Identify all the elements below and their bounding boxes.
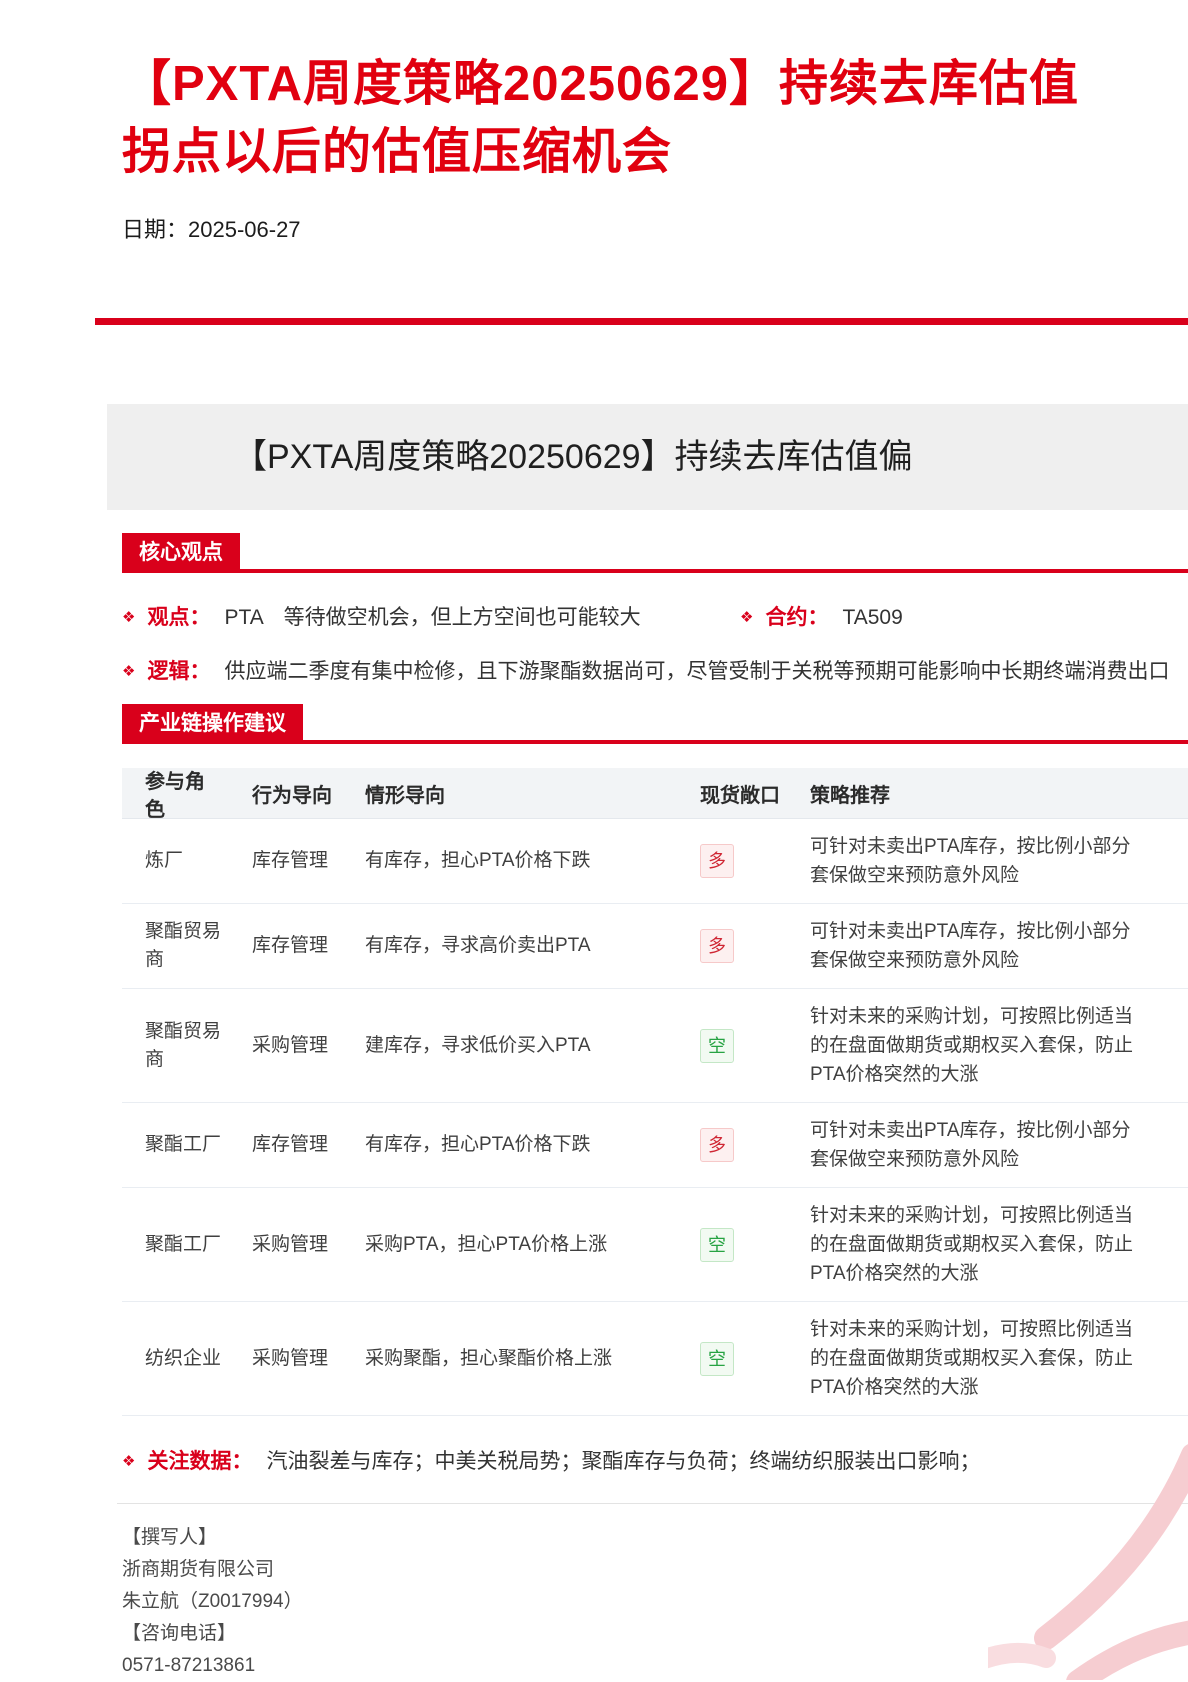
- table-row: 聚酯工厂 库存管理 有库存，担心PTA价格下跌 多 可针对未卖出PTA库存，按比…: [122, 1103, 1188, 1188]
- brand-watermark: [988, 1400, 1188, 1680]
- cell-role: 纺织企业: [122, 1345, 252, 1373]
- cell-behavior: 库存管理: [252, 932, 365, 960]
- publish-date: 日期：2025-06-27: [122, 212, 301, 244]
- cell-role: 聚酯工厂: [122, 1231, 252, 1259]
- exposure-badge: 空: [700, 1228, 734, 1262]
- table-row: 炼厂 库存管理 有库存，担心PTA价格下跌 多 可针对未卖出PTA库存，按比例小…: [122, 819, 1188, 904]
- header-role: 参与角色: [122, 768, 252, 824]
- advice-table: 参与角色 行为导向 情形导向 现货敞口 策略推荐 炼厂 库存管理 有库存，担心P…: [122, 768, 1188, 1416]
- diamond-bullet-icon: ❖: [122, 609, 135, 626]
- header-situation: 情形导向: [365, 782, 700, 810]
- cell-strategy: 针对未来的采购计划，可按照比例适当的在盘面做期货或期权买入套保，防止PTA价格突…: [810, 1002, 1188, 1089]
- cell-situation: 采购PTA，担心PTA价格上涨: [365, 1231, 700, 1259]
- banner-title: 【PXTA周度策略20250629】持续去库估值偏: [233, 404, 913, 510]
- strategy-line: 的在盘面做期货或期权买入套保，防止: [810, 1031, 1188, 1060]
- cell-situation: 有库存，担心PTA价格下跌: [365, 847, 700, 875]
- cell-role: 聚酯贸易商: [122, 1018, 252, 1074]
- cell-behavior: 采购管理: [252, 1032, 365, 1060]
- section-rule-core-view: [122, 569, 1188, 573]
- exposure-badge: 多: [700, 1128, 734, 1162]
- strategy-line: PTA价格突然的大涨: [810, 1060, 1188, 1089]
- strategy-line: 可针对未卖出PTA库存，按比例小部分: [810, 832, 1188, 861]
- header-strategy: 策略推荐: [810, 782, 1188, 810]
- cell-exposure: 空: [700, 1342, 810, 1376]
- report-page: { "page": { "title_line1": "【PXTA周度策略202…: [0, 0, 1188, 1680]
- exposure-badge: 多: [700, 844, 734, 878]
- section-rule-advice: [122, 740, 1188, 744]
- section-heading-advice: 产业链操作建议: [122, 704, 303, 744]
- bullet-view: ❖ 观点： PTA 等待做空机会，但上方空间也可能较大: [122, 601, 641, 631]
- cell-strategy: 可针对未卖出PTA库存，按比例小部分套保做空来预防意外风险: [810, 1116, 1188, 1174]
- strategy-line: 针对未来的采购计划，可按照比例适当: [810, 1002, 1188, 1031]
- cell-role: 聚酯贸易商: [122, 918, 252, 974]
- footer-author-block: 【撰写人】浙商期货有限公司朱立航（Z0017994）【咨询电话】0571-872…: [122, 1522, 303, 1682]
- focus-value: 汽油裂差与库存；中美关税局势；聚酯库存与负荷；终端纺织服装出口影响；: [266, 1450, 980, 1473]
- cell-exposure: 多: [700, 844, 810, 878]
- strategy-line: 可针对未卖出PTA库存，按比例小部分: [810, 917, 1188, 946]
- header-behavior: 行为导向: [252, 782, 365, 810]
- footer-line: 【咨询电话】: [122, 1618, 303, 1650]
- cell-strategy: 可针对未卖出PTA库存，按比例小部分套保做空来预防意外风险: [810, 832, 1188, 890]
- cell-strategy: 可针对未卖出PTA库存，按比例小部分套保做空来预防意外风险: [810, 917, 1188, 975]
- strategy-line: 套保做空来预防意外风险: [810, 861, 1188, 890]
- footer-line: 朱立航（Z0017994）: [122, 1586, 303, 1618]
- cell-behavior: 采购管理: [252, 1231, 365, 1259]
- cell-role: 炼厂: [122, 847, 252, 875]
- cell-situation: 有库存，担心PTA价格下跌: [365, 1131, 700, 1159]
- table-row: 聚酯贸易商 库存管理 有库存，寻求高价卖出PTA 多 可针对未卖出PTA库存，按…: [122, 904, 1188, 989]
- diamond-bullet-icon: ❖: [740, 609, 753, 626]
- page-title-line1: 【PXTA周度策略20250629】持续去库估值: [122, 44, 1079, 115]
- contract-label: 合约：: [765, 606, 828, 629]
- cell-situation: 采购聚酯，担心聚酯价格上涨: [365, 1345, 700, 1373]
- header-exposure: 现货敞口: [700, 782, 810, 810]
- cell-exposure: 多: [700, 929, 810, 963]
- logic-value: 供应端二季度有集中检修，且下游聚酯数据尚可，尽管受制于关税等预期可能影响中长期终…: [224, 660, 1169, 683]
- strategy-line: 针对未来的采购计划，可按照比例适当: [810, 1201, 1188, 1230]
- footer-line: 浙商期货有限公司: [122, 1554, 303, 1586]
- cell-exposure: 空: [700, 1228, 810, 1262]
- advice-table-header: 参与角色 行为导向 情形导向 现货敞口 策略推荐: [122, 768, 1188, 819]
- contract-value: TA509: [842, 606, 902, 629]
- exposure-badge: 多: [700, 929, 734, 963]
- view-value: PTA 等待做空机会，但上方空间也可能较大: [224, 606, 640, 629]
- footer-line: 0571-87213861: [122, 1650, 303, 1682]
- table-row: 纺织企业 采购管理 采购聚酯，担心聚酯价格上涨 空 针对未来的采购计划，可按照比…: [122, 1302, 1188, 1416]
- focus-label: 关注数据：: [147, 1450, 252, 1473]
- cell-role: 聚酯工厂: [122, 1131, 252, 1159]
- exposure-badge: 空: [700, 1342, 734, 1376]
- cell-situation: 有库存，寻求高价卖出PTA: [365, 932, 700, 960]
- section-heading-core-view: 核心观点: [122, 533, 240, 573]
- table-row: 聚酯贸易商 采购管理 建库存，寻求低价买入PTA 空 针对未来的采购计划，可按照…: [122, 989, 1188, 1103]
- diamond-bullet-icon: ❖: [122, 663, 135, 680]
- page-title-line2: 拐点以后的估值压缩机会: [122, 112, 672, 183]
- cell-exposure: 多: [700, 1128, 810, 1162]
- diamond-bullet-icon: ❖: [122, 1453, 135, 1470]
- strategy-line: 套保做空来预防意外风险: [810, 946, 1188, 975]
- cell-behavior: 库存管理: [252, 1131, 365, 1159]
- view-label: 观点：: [147, 606, 210, 629]
- cell-strategy: 针对未来的采购计划，可按照比例适当的在盘面做期货或期权买入套保，防止PTA价格突…: [810, 1315, 1188, 1402]
- top-divider: [95, 318, 1188, 325]
- cell-behavior: 库存管理: [252, 847, 365, 875]
- cell-exposure: 空: [700, 1029, 810, 1063]
- bullet-contract: ❖ 合约： TA509: [740, 601, 903, 631]
- strategy-line: 的在盘面做期货或期权买入套保，防止: [810, 1230, 1188, 1259]
- strategy-line: 的在盘面做期货或期权买入套保，防止: [810, 1344, 1188, 1373]
- advice-table-body: 炼厂 库存管理 有库存，担心PTA价格下跌 多 可针对未卖出PTA库存，按比例小…: [122, 819, 1188, 1416]
- cell-situation: 建库存，寻求低价买入PTA: [365, 1032, 700, 1060]
- strategy-line: 针对未来的采购计划，可按照比例适当: [810, 1315, 1188, 1344]
- exposure-badge: 空: [700, 1029, 734, 1063]
- strategy-line: PTA价格突然的大涨: [810, 1373, 1188, 1402]
- cell-behavior: 采购管理: [252, 1345, 365, 1373]
- strategy-line: 可针对未卖出PTA库存，按比例小部分: [810, 1116, 1188, 1145]
- strategy-line: PTA价格突然的大涨: [810, 1259, 1188, 1288]
- cell-strategy: 针对未来的采购计划，可按照比例适当的在盘面做期货或期权买入套保，防止PTA价格突…: [810, 1201, 1188, 1288]
- logic-label: 逻辑：: [147, 660, 210, 683]
- bullet-logic: ❖ 逻辑： 供应端二季度有集中检修，且下游聚酯数据尚可，尽管受制于关税等预期可能影响…: [122, 655, 1188, 685]
- report-banner: 【PXTA周度策略20250629】持续去库估值偏: [107, 404, 1188, 510]
- table-row: 聚酯工厂 采购管理 采购PTA，担心PTA价格上涨 空 针对未来的采购计划，可按…: [122, 1188, 1188, 1302]
- strategy-line: 套保做空来预防意外风险: [810, 1145, 1188, 1174]
- footer-line: 【撰写人】: [122, 1522, 303, 1554]
